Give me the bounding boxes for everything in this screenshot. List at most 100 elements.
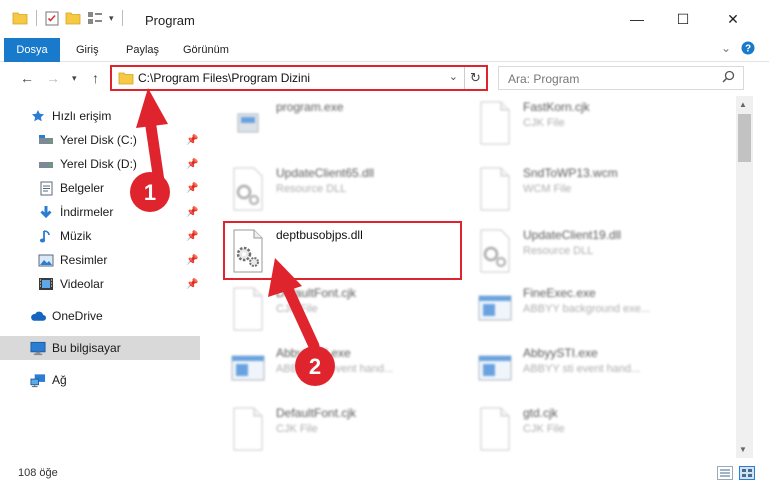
minimize-button[interactable]: —: [614, 0, 660, 38]
app-window-icon: [478, 355, 512, 381]
scroll-down-icon[interactable]: ▼: [739, 445, 747, 454]
vertical-scrollbar[interactable]: ▲ ▼: [736, 96, 753, 458]
file-item[interactable]: AbbyySTI.exe ABBYY sti event hand...: [228, 342, 468, 400]
properties-icon[interactable]: [45, 11, 59, 26]
file-name: gtd.cjk: [523, 406, 558, 420]
refresh-icon[interactable]: ↻: [464, 67, 486, 89]
address-dropdown-chevron-icon[interactable]: ⌄: [449, 70, 458, 83]
folder-icon: [118, 72, 134, 85]
file-item[interactable]: DefaultFont.cjk CJK File: [228, 282, 468, 340]
sidebar-item-label: Belgeler: [60, 181, 105, 195]
sidebar-item-quick-access[interactable]: Hızlı erişim: [0, 104, 200, 128]
maximize-button[interactable]: ☐: [660, 0, 706, 38]
separator: [36, 10, 37, 26]
close-button[interactable]: ✕: [710, 0, 756, 38]
new-folder-icon[interactable]: [65, 11, 81, 25]
file-item[interactable]: program.exe: [228, 96, 468, 154]
file-type: Resource DLL: [276, 183, 347, 195]
ribbon-tabs: Dosya Giriş Paylaş Görünüm ⌄ ?: [0, 38, 769, 62]
tab-dosya[interactable]: Dosya: [4, 38, 60, 62]
file-name: AbbyySTI.exe: [523, 346, 598, 360]
sidebar-item-local-disk-d[interactable]: Yerel Disk (D:) 📌: [0, 152, 200, 176]
blank-file-icon: [233, 287, 263, 331]
drive-icon: [38, 156, 54, 172]
view-options-icon[interactable]: [87, 11, 103, 25]
tab-giris[interactable]: Giriş: [76, 38, 99, 62]
pin-icon[interactable]: 📌: [186, 183, 198, 194]
sidebar-item-label: Yerel Disk (C:): [60, 133, 137, 147]
pin-icon[interactable]: 📌: [186, 207, 198, 218]
ribbon-right-controls: ⌄ ?: [721, 41, 755, 55]
tab-paylas[interactable]: Paylaş: [126, 38, 159, 62]
blank-file-icon: [233, 407, 263, 451]
address-path[interactable]: C:\Program Files\Program Dizini: [138, 71, 310, 85]
help-icon[interactable]: ?: [741, 41, 755, 55]
sidebar-item-documents[interactable]: Belgeler 📌: [0, 176, 200, 200]
file-item[interactable]: FastKorn.cjk CJK File: [475, 96, 715, 154]
separator: [121, 10, 123, 26]
sidebar-item-label: Müzik: [60, 229, 92, 243]
file-type: Resource DLL: [523, 245, 594, 257]
file-item[interactable]: UpdateClient19.dll Resource DLL: [475, 224, 715, 282]
customize-toolbar-chevron-icon[interactable]: ▾: [109, 13, 114, 24]
large-icons-view-icon[interactable]: [739, 466, 755, 480]
forward-arrow-icon[interactable]: →: [46, 70, 60, 86]
sidebar-item-label: OneDrive: [52, 309, 103, 323]
dll-icon: [480, 229, 510, 273]
chevron-down-icon[interactable]: ⌄: [721, 41, 731, 55]
details-view-icon[interactable]: [717, 466, 733, 480]
up-arrow-icon[interactable]: ↑: [92, 70, 99, 86]
pin-icon[interactable]: 📌: [186, 159, 198, 170]
sidebar-item-music[interactable]: Müzik 📌: [0, 224, 200, 248]
search-placeholder[interactable]: Ara: Program: [508, 72, 579, 86]
blank-file-icon: [480, 167, 510, 211]
folder-icon[interactable]: [12, 11, 28, 25]
blank-file-icon: [480, 101, 510, 145]
file-item[interactable]: FineExec.exe ABBYY background exe...: [475, 282, 715, 340]
recent-locations-chevron-icon[interactable]: ▾: [72, 73, 77, 84]
view-switcher: [717, 466, 755, 480]
pin-icon[interactable]: 📌: [186, 135, 198, 146]
pin-icon[interactable]: 📌: [186, 255, 198, 266]
sidebar-item-this-pc[interactable]: Bu bilgisayar: [0, 336, 200, 360]
sidebar-item-label: Resimler: [60, 253, 108, 267]
cloud-icon: [30, 308, 46, 324]
address-bar[interactable]: C:\Program Files\Program Dizini ⌄ ↻: [110, 65, 488, 91]
file-item[interactable]: gtd.cjk CJK File: [475, 402, 715, 458]
search-box[interactable]: Ara: Program: [498, 66, 744, 90]
file-item[interactable]: UpdateClient65.dll Resource DLL: [228, 162, 468, 220]
file-name: UpdateClient65.dll: [276, 166, 375, 180]
download-icon: [38, 204, 54, 220]
search-icon[interactable]: [722, 70, 735, 83]
back-arrow-icon[interactable]: ←: [20, 70, 34, 86]
sidebar-item-label: İndirmeler: [60, 205, 114, 219]
pin-icon[interactable]: 📌: [186, 279, 198, 290]
drive-icon: [38, 132, 54, 148]
file-item[interactable]: SndToWP13.wcm WCM File: [475, 162, 715, 220]
status-bar: 108 öğe: [0, 458, 769, 503]
sidebar-item-local-disk-c[interactable]: Yerel Disk (C:) 📌: [0, 128, 200, 152]
file-item[interactable]: DefaultFont.cjk CJK File: [228, 402, 468, 458]
item-count: 108 öğe: [18, 467, 58, 479]
app-window-icon: [231, 355, 265, 381]
sidebar-item-pictures[interactable]: Resimler 📌: [0, 248, 200, 272]
pin-icon[interactable]: 📌: [186, 231, 198, 242]
file-type: CJK File: [523, 117, 565, 129]
file-name: FastKorn.cjk: [523, 100, 590, 114]
sidebar-item-videos[interactable]: Videolar 📌: [0, 272, 200, 296]
sidebar-item-downloads[interactable]: İndirmeler 📌: [0, 200, 200, 224]
file-item[interactable]: AbbyySTI.exe ABBYY sti event hand...: [475, 342, 715, 400]
documents-icon: [38, 180, 54, 196]
sidebar-item-network[interactable]: Ağ: [0, 368, 200, 392]
exe-icon: [237, 113, 259, 133]
dll-icon: [233, 167, 263, 211]
tab-gorunum[interactable]: Görünüm: [183, 38, 229, 62]
pictures-icon: [38, 252, 54, 268]
scrollbar-thumb[interactable]: [738, 114, 751, 162]
file-name: UpdateClient19.dll: [523, 228, 622, 242]
sidebar-item-onedrive[interactable]: OneDrive: [0, 304, 200, 328]
file-type: CJK File: [276, 303, 318, 315]
scroll-up-icon[interactable]: ▲: [739, 100, 747, 109]
sidebar-item-label: Bu bilgisayar: [52, 341, 121, 355]
computer-icon: [30, 340, 46, 356]
